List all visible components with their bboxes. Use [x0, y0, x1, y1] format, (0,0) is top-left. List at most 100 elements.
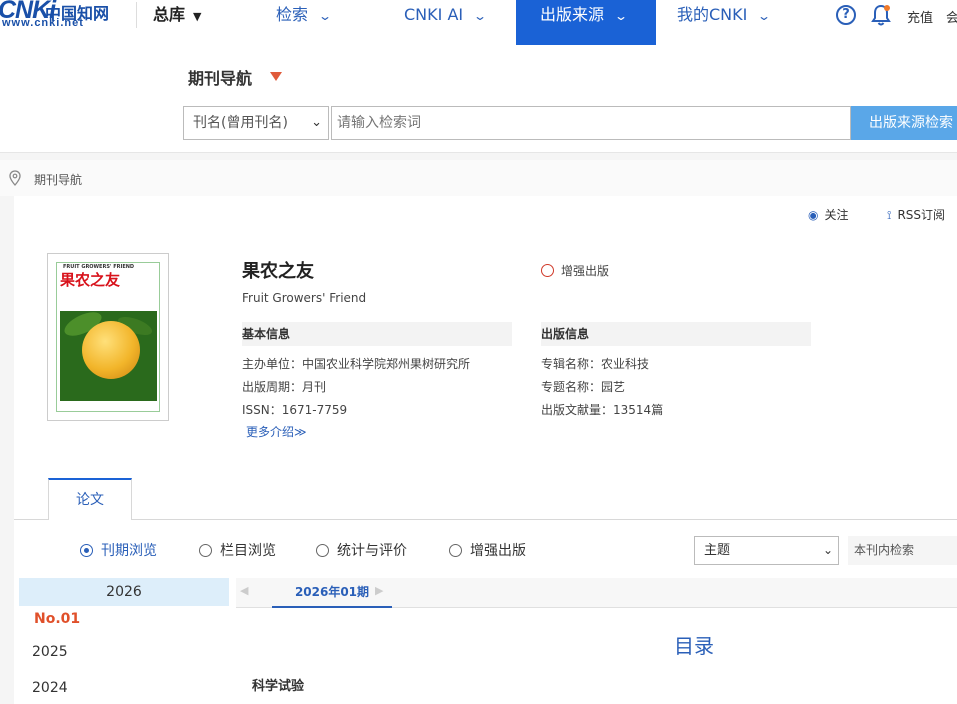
journal-title: 果农之友	[242, 261, 314, 282]
info-key: 出版周期：	[242, 380, 303, 394]
cover-peach	[82, 321, 140, 379]
info-key: 专辑名称：	[541, 357, 602, 371]
toc-section-heading: 科学试验	[252, 679, 305, 694]
info-value: 1671-7759	[281, 403, 348, 417]
info-article-count: 出版文献量：13514篇	[541, 401, 663, 418]
chevron-down-icon: ⌄	[614, 9, 629, 23]
year-item-2025[interactable]: 2025	[32, 644, 68, 660]
info-series: 专辑名称：农业科技	[541, 355, 649, 372]
top-navigation: CNKi 中国知网 www.cnki.net 总库 ▼ 检索 ⌄ CNKI AI ⌄ …	[0, 0, 957, 45]
tab-divider	[14, 519, 957, 520]
more-intro-label: 更多介绍	[246, 425, 295, 439]
help-icon[interactable]: ?	[836, 5, 856, 25]
radio-enhanced[interactable]: 增强出版	[449, 540, 526, 560]
info-value: 农业科技	[601, 357, 650, 371]
topic-select-value: 主题	[704, 543, 731, 558]
info-sponsor: 主办单位：中国农业科学院郑州果树研究所	[242, 355, 470, 372]
caret-down-icon[interactable]	[270, 72, 282, 81]
cnki-logo[interactable]: CNKi 中国知网 www.cnki.net	[0, 0, 130, 34]
follow-label: 关注	[824, 208, 849, 222]
table-of-contents	[236, 608, 957, 704]
next-arrow-icon[interactable]: ▶	[375, 584, 383, 597]
breadcrumb: 期刊导航	[0, 160, 957, 196]
chevron-down-icon: ⌄	[311, 115, 322, 130]
double-chevron-down-icon: ≫	[294, 425, 307, 439]
breadcrumb-item[interactable]: 期刊导航	[34, 171, 82, 188]
search-strip: 期刊导航 刊名(曾用刊名) ⌄ 出版来源检索	[0, 45, 957, 153]
radio-checked-icon	[80, 544, 93, 557]
radio-label: 刊期浏览	[101, 543, 157, 559]
radio-unchecked-icon	[449, 544, 462, 557]
year-item-2026[interactable]: 2026	[19, 578, 229, 606]
info-frequency: 出版周期：月刊	[242, 378, 326, 395]
radio-unchecked-icon	[316, 544, 329, 557]
nav-zongku-label: 总库	[153, 5, 186, 24]
logo-url: www.cnki.net	[2, 17, 84, 29]
in-journal-search[interactable]: 本刊内检索	[848, 536, 957, 565]
radio-column-browse[interactable]: 栏目浏览	[199, 540, 276, 560]
nav-my-cnki[interactable]: 我的CNKI ⌄	[677, 0, 772, 45]
journal-cover[interactable]: FRUIT GROWERS' FRIEND 果农之友	[47, 253, 169, 421]
journal-english-title: Fruit Growers' Friend	[242, 291, 367, 305]
radio-label: 增强出版	[470, 543, 526, 559]
cover-title: 果农之友	[60, 271, 121, 289]
search-input[interactable]	[331, 106, 851, 140]
search-title[interactable]: 期刊导航	[188, 65, 252, 89]
nav-search[interactable]: 检索 ⌄	[276, 0, 333, 45]
info-value: 中国农业科学院郑州果树研究所	[302, 357, 471, 371]
radio-label: 栏目浏览	[220, 543, 276, 559]
search-button[interactable]: 出版来源检索	[851, 106, 957, 140]
tab-papers[interactable]: 论文	[48, 478, 132, 520]
radio-label: 统计与评价	[337, 543, 407, 559]
nav-divider	[136, 2, 137, 28]
nav-search-label: 检索	[276, 5, 309, 24]
chevron-down-icon: ⌄	[473, 9, 488, 23]
nav-zongku[interactable]: 总库 ▼	[153, 0, 201, 45]
chevron-down-icon: ⌄	[318, 9, 333, 23]
info-key: 专题名称：	[541, 380, 602, 394]
radio-statistics[interactable]: 统计与评价	[316, 540, 407, 560]
bell-icon[interactable]	[871, 4, 891, 26]
info-topic: 专题名称：园艺	[541, 378, 625, 395]
info-issn: ISSN：1671-7759	[242, 401, 347, 418]
search-field-select[interactable]: 刊名(曾用刊名) ⌄	[183, 106, 329, 140]
radio-issue-browse[interactable]: 刊期浏览	[80, 540, 157, 560]
issue-tab-2026-01[interactable]: 2026年01期	[272, 578, 392, 608]
enhanced-label: 增强出版	[561, 264, 610, 278]
chevron-down-icon: ⌄	[822, 543, 833, 557]
cover-image: FRUIT GROWERS' FRIEND 果农之友	[56, 262, 160, 412]
nav-my-cnki-label: 我的CNKI	[677, 5, 748, 24]
nav-publication-source[interactable]: 出版来源 ⌄	[516, 0, 656, 45]
rss-icon: ⟟	[887, 208, 892, 222]
recharge-link[interactable]: 充值	[907, 7, 933, 26]
radio-unchecked-icon	[199, 544, 212, 557]
nav-publication-source-label: 出版来源	[540, 5, 605, 24]
rss-button[interactable]: ⟟ RSS订阅	[887, 206, 945, 223]
info-key: 主办单位：	[242, 357, 303, 371]
member-link[interactable]: 会	[946, 7, 957, 26]
location-pin-icon	[9, 170, 21, 186]
prev-arrow-icon[interactable]: ◀	[240, 584, 248, 597]
topic-select[interactable]: 主题 ⌄	[694, 536, 839, 565]
nav-cnki-ai-label: CNKI AI	[404, 5, 464, 24]
globe-icon	[541, 264, 554, 277]
chevron-down-icon: ⌄	[757, 9, 772, 23]
more-intro-link[interactable]: 更多介绍≫	[246, 423, 307, 440]
year-item-2024[interactable]: 2024	[32, 680, 68, 696]
publication-info-header: 出版信息	[541, 322, 811, 346]
caret-down-icon: ▼	[193, 10, 202, 23]
info-value: 13514篇	[613, 403, 664, 417]
enhanced-publication-link[interactable]: 增强出版	[541, 262, 609, 279]
follow-button[interactable]: ◉ 关注	[808, 206, 849, 223]
toc-title: 目录	[674, 634, 714, 658]
issue-item[interactable]: No.01	[19, 606, 229, 632]
info-key: 出版文献量：	[541, 403, 614, 417]
rss-label: RSS订阅	[897, 208, 946, 222]
nav-cnki-ai[interactable]: CNKI AI ⌄	[404, 0, 488, 45]
info-value: 园艺	[601, 380, 626, 394]
eye-icon: ◉	[808, 208, 819, 222]
info-value: 月刊	[302, 380, 327, 394]
basic-info-header: 基本信息	[242, 322, 512, 346]
info-key: ISSN：	[242, 403, 282, 417]
search-field-value: 刊名(曾用刊名)	[193, 115, 288, 131]
